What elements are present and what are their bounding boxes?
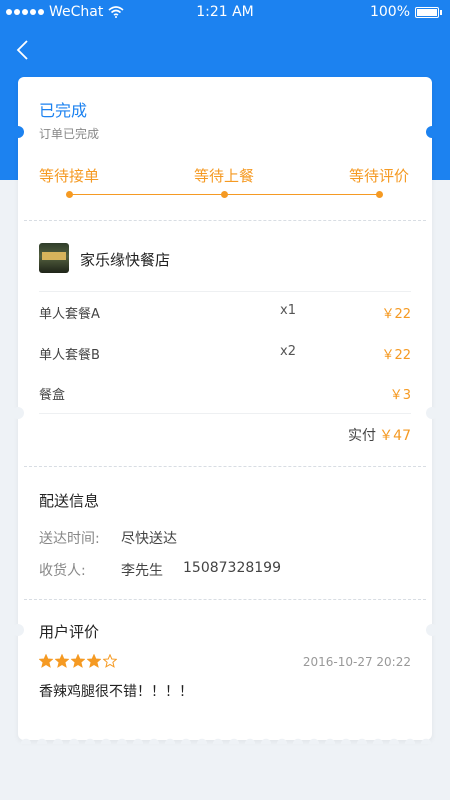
step-accept: 等待接单 <box>39 167 100 185</box>
divider <box>39 413 411 414</box>
shop-name[interactable]: 家乐缘快餐店 <box>80 249 170 270</box>
ticket-notch <box>426 126 438 138</box>
ticket-notch <box>12 126 24 138</box>
star-filled-icon <box>87 654 101 668</box>
rating-stars <box>39 654 117 668</box>
item-qty: x2 <box>280 344 296 359</box>
status-bar: WeChat 1:21 AM 100% <box>0 0 450 24</box>
star-filled-icon <box>71 654 85 668</box>
item-price: ￥22 <box>381 307 411 322</box>
star-filled-icon <box>55 654 69 668</box>
item-price: ￥22 <box>381 348 411 363</box>
ticket-notch <box>12 407 24 419</box>
battery-percent: 100% <box>369 4 410 20</box>
divider <box>24 220 426 221</box>
divider <box>39 291 411 292</box>
review-text: 香辣鸡腿很不错！！！！ <box>39 684 193 700</box>
delivery-time-label: 送达时间: <box>39 531 100 547</box>
item-qty: x1 <box>280 303 296 318</box>
order-status-title: 已完成 <box>39 101 88 120</box>
ticket-notch <box>12 624 24 636</box>
review-datetime: 2016-10-27 20:22 <box>302 655 411 669</box>
chevron-left-icon <box>16 40 28 60</box>
receiver-label: 收货人: <box>39 563 86 579</box>
divider <box>24 466 426 467</box>
ticket-notch <box>426 624 438 636</box>
shop-logo <box>39 243 69 273</box>
item-name: 餐盒 <box>39 388 66 403</box>
paid-amount: ￥47 <box>379 428 411 444</box>
ticket-scallop-edge <box>18 732 432 744</box>
back-button[interactable] <box>12 38 36 62</box>
receiver-name: 李先生 <box>121 563 163 579</box>
review-title: 用户评价 <box>39 623 100 641</box>
item-price: ￥3 <box>389 388 411 403</box>
ticket-notch <box>426 407 438 419</box>
divider <box>24 599 426 600</box>
progress-dot <box>376 191 383 198</box>
item-name: 单人套餐B <box>39 348 100 363</box>
step-review: 等待评价 <box>349 167 410 185</box>
progress-dot <box>221 191 228 198</box>
battery-icon <box>415 6 439 18</box>
order-detail-card: 已完成 订单已完成 等待接单 等待上餐 等待评价 家乐缘快餐店 单人套餐A x1… <box>12 77 438 740</box>
star-filled-icon <box>39 654 53 668</box>
receiver-phone: 15087328199 <box>183 560 281 576</box>
order-status-subtitle: 订单已完成 <box>39 127 100 141</box>
delivery-title: 配送信息 <box>39 492 100 510</box>
star-empty-icon <box>103 654 117 668</box>
paid-label: 实付 <box>348 428 376 444</box>
progress-dot <box>66 191 73 198</box>
item-name: 单人套餐A <box>39 307 100 322</box>
step-serve: 等待上餐 <box>194 167 255 185</box>
delivery-time-value: 尽快送达 <box>121 531 177 547</box>
